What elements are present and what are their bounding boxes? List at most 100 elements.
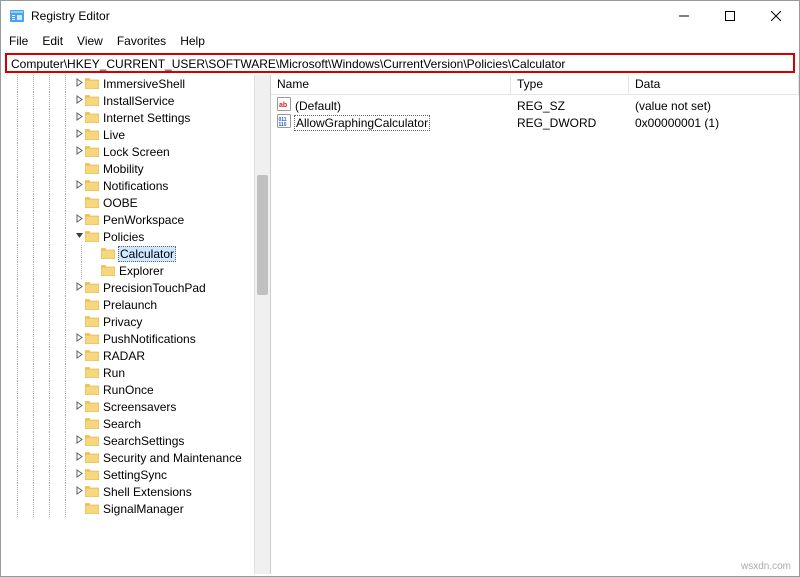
folder-icon (85, 197, 103, 208)
expander-icon[interactable] (73, 486, 85, 497)
folder-icon (85, 435, 103, 446)
expander-icon[interactable] (73, 401, 85, 412)
main-area: ImmersiveShell InstallService Internet Set… (1, 75, 799, 574)
tree-item[interactable]: Screensavers (7, 398, 270, 415)
tree-item[interactable]: Mobility (7, 160, 270, 177)
folder-icon (85, 384, 103, 395)
tree-item[interactable]: Notifications (7, 177, 270, 194)
expander-icon[interactable] (73, 350, 85, 361)
tree-item-label: Calculator (118, 246, 176, 262)
tree-item-label: Prelaunch (103, 298, 157, 312)
expander-icon[interactable] (73, 231, 85, 242)
tree-item[interactable]: Prelaunch (7, 296, 270, 313)
folder-icon (85, 367, 103, 378)
list-item[interactable]: ab(Default)REG_SZ(value not set) (271, 97, 799, 114)
menu-favorites[interactable]: Favorites (117, 34, 166, 48)
list-body[interactable]: ab(Default)REG_SZ(value not set)011110Al… (271, 95, 799, 574)
tree-item-label: Screensavers (103, 400, 176, 414)
tree-item-label: InstallService (103, 94, 174, 108)
tree-view[interactable]: ImmersiveShell InstallService Internet Set… (1, 75, 270, 574)
expander-icon[interactable] (73, 78, 85, 89)
folder-icon (85, 129, 103, 140)
expander-icon[interactable] (73, 129, 85, 140)
tree-item[interactable]: InstallService (7, 92, 270, 109)
folder-icon (85, 503, 103, 514)
list-item[interactable]: 011110AllowGraphingCalculatorREG_DWORD0x… (271, 114, 799, 131)
expander-icon[interactable] (73, 452, 85, 463)
folder-icon (85, 78, 103, 89)
tree-item[interactable]: SignalManager (7, 500, 270, 517)
expander-icon[interactable] (73, 112, 85, 123)
expander-icon[interactable] (73, 469, 85, 480)
tree-item[interactable]: Internet Settings (7, 109, 270, 126)
minimize-button[interactable] (661, 1, 707, 31)
expander-icon[interactable] (73, 95, 85, 106)
expander-icon[interactable] (73, 435, 85, 446)
folder-icon (85, 146, 103, 157)
list-pane: Name Type Data ab(Default)REG_SZ(value n… (271, 75, 799, 574)
tree-item[interactable]: PrecisionTouchPad (7, 279, 270, 296)
tree-item[interactable]: ImmersiveShell (7, 75, 270, 92)
tree-item-label: Shell Extensions (103, 485, 192, 499)
column-header-data[interactable]: Data (629, 75, 799, 95)
folder-icon (85, 282, 103, 293)
column-header-type[interactable]: Type (511, 75, 629, 95)
tree-item[interactable]: Search (7, 415, 270, 432)
value-type: REG_SZ (517, 99, 565, 113)
folder-icon (85, 299, 103, 310)
tree-item[interactable]: Policies (7, 228, 270, 245)
tree-item[interactable]: OOBE (7, 194, 270, 211)
expander-icon[interactable] (73, 146, 85, 157)
column-header-name[interactable]: Name (271, 75, 511, 95)
tree-item[interactable]: Live (7, 126, 270, 143)
address-bar[interactable]: Computer\HKEY_CURRENT_USER\SOFTWARE\Micr… (5, 53, 795, 73)
reg-dword-icon: 011110 (277, 114, 291, 131)
tree-item-label: Run (103, 366, 125, 380)
tree-item[interactable]: Privacy (7, 313, 270, 330)
folder-icon (85, 452, 103, 463)
menu-view[interactable]: View (77, 34, 103, 48)
watermark: wsxdn.com (741, 561, 791, 572)
tree-item-label: Live (103, 128, 125, 142)
tree-item-label: PrecisionTouchPad (103, 281, 206, 295)
menu-help[interactable]: Help (180, 34, 205, 48)
tree-item-label: Mobility (103, 162, 144, 176)
tree-item-label: Explorer (119, 264, 164, 278)
tree-item-label: SearchSettings (103, 434, 184, 448)
close-button[interactable] (753, 1, 799, 31)
tree-scrollbar-thumb[interactable] (257, 175, 268, 295)
tree-scrollbar[interactable] (254, 75, 270, 574)
tree-item[interactable]: SettingSync (7, 466, 270, 483)
tree-item-label: Policies (103, 230, 144, 244)
tree-item[interactable]: Shell Extensions (7, 483, 270, 500)
titlebar: Registry Editor (1, 1, 799, 31)
folder-icon (85, 350, 103, 361)
expander-icon[interactable] (73, 333, 85, 344)
tree-item[interactable]: Run (7, 364, 270, 381)
tree-item[interactable]: RADAR (7, 347, 270, 364)
maximize-button[interactable] (707, 1, 753, 31)
expander-icon[interactable] (73, 180, 85, 191)
tree-item-label: Notifications (103, 179, 168, 193)
folder-icon (85, 163, 103, 174)
tree-item[interactable]: PenWorkspace (7, 211, 270, 228)
tree-item[interactable]: RunOnce (7, 381, 270, 398)
folder-icon (85, 180, 103, 191)
menu-file[interactable]: File (9, 34, 28, 48)
tree-item[interactable]: Security and Maintenance (7, 449, 270, 466)
svg-text:ab: ab (279, 102, 287, 109)
folder-icon (85, 95, 103, 106)
tree-item[interactable]: PushNotifications (7, 330, 270, 347)
tree-item-label: Internet Settings (103, 111, 190, 125)
menu-edit[interactable]: Edit (42, 34, 63, 48)
expander-icon[interactable] (73, 282, 85, 293)
menubar: File Edit View Favorites Help (1, 31, 799, 51)
tree-item[interactable]: SearchSettings (7, 432, 270, 449)
value-name: (Default) (295, 99, 341, 113)
tree-item[interactable]: Lock Screen (7, 143, 270, 160)
folder-icon (85, 418, 103, 429)
tree-item[interactable]: Explorer (7, 262, 270, 279)
expander-icon[interactable] (73, 214, 85, 225)
tree-item[interactable]: Calculator (7, 245, 270, 262)
folder-icon (85, 486, 103, 497)
